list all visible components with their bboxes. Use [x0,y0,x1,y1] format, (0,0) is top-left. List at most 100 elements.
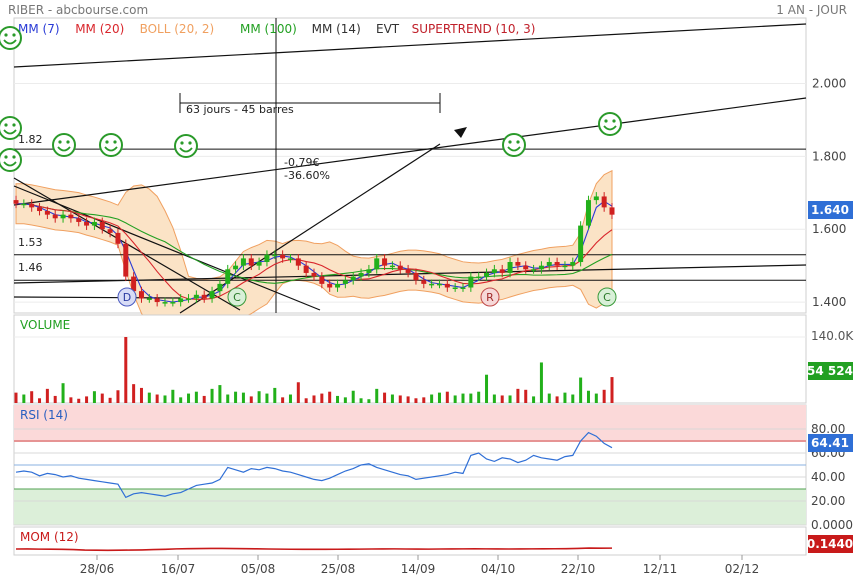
level-label-153: 1.53 [18,236,43,249]
period-label[interactable]: 1 AN - JOUR [776,3,847,17]
candle-body [609,207,615,215]
candle-body [389,265,395,268]
candle-body [358,272,364,277]
volume-bar [210,388,214,403]
chart-title: RIBER - abcbourse.com [8,3,148,17]
candle-body [538,265,544,270]
candle-body [429,283,435,286]
volume-bar [610,377,614,403]
legend-item[interactable]: MM (7) [18,22,60,36]
legend-item[interactable]: MM (20) [75,22,124,36]
volume-bar [202,395,206,403]
rsi-tick-label: 80.00 [811,422,845,436]
svg-text:C: C [233,291,241,304]
mom-badge-text: 0.1440 [807,537,853,551]
date-tick-label: 16/07 [161,562,196,576]
event-marker[interactable]: C [227,287,247,307]
candle-body [287,258,293,260]
legend-item[interactable]: BOLL (20, 2) [140,22,215,36]
candle-body [405,269,411,273]
candle-body [554,262,560,266]
volume-bar [14,392,18,403]
volume-bar [539,362,543,403]
volume-bar [53,395,57,403]
candle-body [272,254,278,257]
date-axis: 28/06 16/07 05/08 25/08 14/09 04/10 22/10 12/11… [80,555,760,576]
volume-bar [296,382,300,403]
candle-body [60,214,66,219]
date-tick-label: 28/06 [80,562,115,576]
rsi-tick-label: 20.00 [811,494,845,508]
legend-item[interactable]: SUPERTREND (10, 3) [412,22,536,36]
volume-bar [234,391,238,403]
volume-bar [508,395,512,403]
smiley-icon [502,133,526,157]
svg-text:D: D [123,291,131,304]
candle-body [295,258,301,266]
candle-body [91,221,97,226]
event-marker[interactable]: C [597,287,617,307]
candle-body [264,254,270,263]
candle-body [382,258,388,266]
change-value: -0.79€ [284,156,319,169]
volume-bar [547,393,551,403]
volume-bar [147,392,151,403]
volume-bar [257,391,261,403]
level-label-146: 1.46 [18,261,43,274]
candle-body [280,254,286,259]
volume-bar [500,395,504,403]
volume-bar [375,388,379,403]
volume-bar [532,396,536,403]
candle-body [115,232,121,244]
event-marker[interactable]: R [480,287,500,307]
date-tick-label: 02/12 [725,562,760,576]
candle-body [460,287,466,290]
date-tick-label: 25/08 [321,562,356,576]
candle-body [546,262,552,266]
price-axis: 2.000 1.800 1.600 1.400 [812,77,846,310]
candle-body [397,265,403,270]
volume-bar [359,398,363,403]
volume-bar [218,385,222,403]
volume-bar [524,389,528,403]
volume-bar [406,396,410,403]
volume-bar [453,395,457,403]
volume-bar [414,398,418,403]
volume-bar [85,396,89,403]
change-pct: -36.60% [284,169,330,182]
candle-body [84,221,90,226]
candle-body [123,243,129,277]
volume-bar [273,387,277,403]
volume-bar [367,399,371,403]
volume-badge-text: 54 524 [807,364,853,378]
event-marker[interactable]: D [117,287,137,307]
candle-body [523,265,529,270]
candle-body [413,272,419,281]
candle-body [601,196,607,208]
legend-item[interactable]: EVT [376,22,400,36]
candle-body [13,200,19,204]
level-label-182: 1.82 [18,133,43,146]
volume-bar [108,397,112,403]
candle-body [319,276,325,284]
rsi-tick-label: 0.0000 [811,518,853,532]
stock-chart: RIBER - abcbourse.com 1 AN - JOUR 2.000 1… [0,3,854,576]
candle-body [162,302,168,304]
candle-body [350,276,356,281]
rsi-title: RSI (14) [20,408,68,422]
date-tick-label: 04/10 [481,562,516,576]
volume-bar [312,395,316,403]
candle-body [499,269,505,273]
candle-body [178,298,184,303]
candle-body [593,196,599,201]
volume-bar [61,383,65,403]
candle-body [491,269,497,273]
volume-bar [594,393,598,403]
volume-bar [516,388,520,403]
volume-bar [571,394,575,403]
price-badge-text: 1.640 [811,203,849,217]
legend-item[interactable]: MM (100) [240,22,297,36]
legend-item[interactable]: MM (14) [312,22,361,36]
volume-bar [22,394,26,403]
volume-bar [226,394,230,403]
